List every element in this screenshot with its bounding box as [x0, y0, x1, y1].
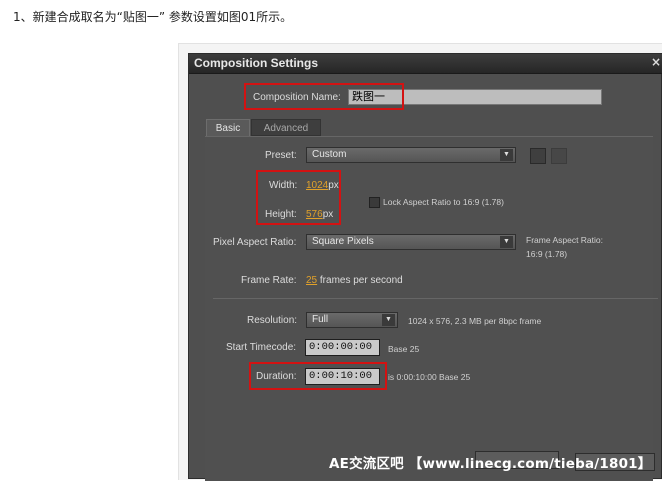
highlight-box-name — [244, 83, 404, 110]
pixel-aspect-label: Pixel Aspect Ratio: — [213, 237, 297, 248]
preset-dropdown[interactable]: Custom ▼ — [306, 147, 516, 163]
composition-settings-dialog: Composition Settings × Composition Name:… — [188, 53, 662, 481]
frame-aspect-value: 16:9 (1.78) — [526, 249, 568, 259]
chevron-down-icon: ▼ — [500, 149, 513, 161]
lock-aspect-label: Lock Aspect Ratio to 16:9 (1.78) — [383, 197, 504, 207]
tab-basic[interactable]: Basic — [206, 119, 250, 136]
close-icon[interactable]: × — [651, 55, 661, 69]
frame-rate-value[interactable]: 25 — [306, 275, 317, 286]
resolution-dropdown[interactable]: Full ▼ — [306, 312, 398, 328]
start-timecode-label: Start Timecode: — [226, 342, 297, 353]
dialog-titlebar: Composition Settings × — [189, 54, 662, 74]
resolution-label: Resolution: — [247, 315, 298, 326]
chevron-down-icon: ▼ — [382, 314, 395, 326]
chevron-down-icon: ▼ — [500, 236, 513, 248]
dialog-title: Composition Settings — [194, 56, 318, 70]
pixel-aspect-value: Square Pixels — [312, 236, 374, 247]
preset-label: Preset: — [265, 150, 297, 161]
resolution-value: Full — [312, 314, 329, 325]
delete-preset-icon[interactable] — [551, 148, 567, 164]
intro-text: 1、新建合成取名为“贴图一” 参数设置如图01所示。 — [13, 10, 293, 24]
save-preset-icon[interactable] — [530, 148, 546, 164]
start-timecode-base: Base 25 — [388, 344, 420, 354]
highlight-box-size — [256, 170, 341, 225]
pixel-aspect-dropdown[interactable]: Square Pixels ▼ — [306, 234, 516, 250]
resolution-info: 1024 x 576, 2.3 MB per 8bpc frame — [408, 316, 542, 326]
section-divider — [213, 298, 658, 299]
frame-rate-field[interactable]: 25 frames per second — [306, 275, 403, 286]
watermark: AE交流区吧 【www.linecg.com/tieba/1801】 — [329, 456, 652, 472]
frame-rate-suffix: frames per second — [319, 275, 403, 286]
start-timecode-field[interactable]: 0:00:00:00 — [305, 339, 380, 356]
frame-rate-label: Frame Rate: — [241, 275, 297, 286]
frame-aspect-label: Frame Aspect Ratio: — [526, 235, 604, 245]
tab-advanced[interactable]: Advanced — [251, 119, 321, 136]
preset-value: Custom — [312, 149, 347, 160]
lock-aspect-checkbox[interactable] — [369, 197, 380, 208]
duration-info: is 0:00:10:00 Base 25 — [388, 372, 471, 382]
highlight-box-duration — [249, 362, 387, 390]
